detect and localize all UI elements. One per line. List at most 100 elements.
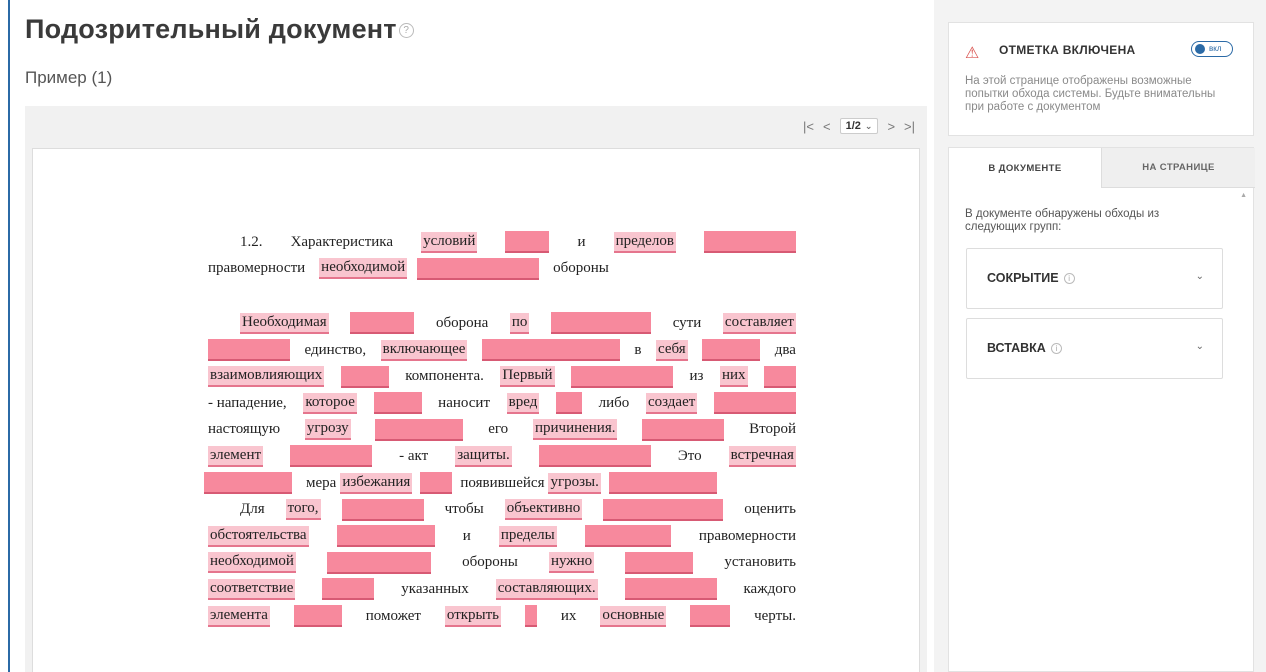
text-word: два: [774, 341, 796, 358]
highlighted-word: включающее: [380, 339, 468, 361]
highlighted-word: по: [509, 312, 530, 334]
highlighted-word: Необходимая: [240, 312, 329, 334]
hidden-insert-block: [340, 365, 389, 388]
highlighted-word: них: [719, 366, 748, 388]
text-word: наносит: [438, 394, 490, 411]
text-word: указанных: [401, 580, 469, 597]
text-word: Для: [240, 501, 265, 518]
highlighted-word: избежания: [340, 472, 413, 494]
highlighted-word: составляющих.: [495, 578, 598, 600]
highlighted-word: пределов: [613, 231, 676, 253]
hidden-insert-block: [417, 257, 540, 280]
page-title: Подозрительный документ?: [25, 14, 414, 45]
info-icon[interactable]: i: [1050, 343, 1062, 354]
text-line: Для того, чтобы объективно оценить: [208, 496, 796, 523]
hidden-insert-block: [713, 392, 796, 415]
last-page-button[interactable]: >|: [904, 119, 915, 134]
hidden-insert-block: [327, 551, 432, 574]
hidden-insert-block: [538, 445, 651, 468]
text-word: из: [689, 368, 704, 385]
text-word: появившейся: [460, 474, 545, 491]
toggle-knob: [1195, 44, 1205, 54]
marking-toggle[interactable]: вкл: [1191, 41, 1233, 57]
text-word: единство,: [304, 341, 367, 358]
text-word: настоящую: [208, 421, 281, 438]
text-line: - нападение, которое наносит вред либо с…: [208, 390, 796, 417]
text-word: и: [462, 527, 471, 544]
hidden-insert-block: [322, 578, 375, 601]
highlighted-word: открыть: [444, 605, 502, 627]
text-word: поможет: [365, 607, 421, 624]
text-word: обороны: [553, 260, 609, 277]
highlighted-word: вред: [506, 392, 540, 414]
text-word: в: [634, 341, 642, 358]
hidden-insert-block: [481, 339, 620, 362]
scroll-up-icon[interactable]: ▲: [1240, 192, 1247, 199]
info-icon[interactable]: i: [1063, 273, 1075, 284]
highlighted-word: создает: [645, 392, 698, 414]
text-word: каждого: [743, 580, 796, 597]
text-word: Второй: [749, 421, 796, 438]
prev-page-button[interactable]: <: [823, 119, 831, 134]
text-line: единство, включающее в себя два: [208, 337, 796, 364]
hidden-insert-block: [293, 605, 342, 628]
text-word: 1.2.: [240, 233, 263, 250]
hidden-insert-block: [524, 605, 537, 628]
text-word: и: [577, 233, 586, 250]
hidden-insert-block: [642, 418, 725, 441]
hidden-insert-block: [290, 445, 373, 468]
highlighted-word: которое: [303, 392, 357, 414]
hidden-insert-block: [505, 231, 550, 254]
text-word: правомерности: [208, 260, 306, 277]
text-word: обороны: [462, 554, 518, 571]
highlighted-word: угрозы.: [548, 472, 601, 494]
page-select-value: 1/2: [845, 120, 861, 132]
highlighted-word: элемент: [208, 445, 264, 467]
tab-on-page[interactable]: НА СТРАНИЦЕ: [1101, 148, 1255, 188]
group-insertion[interactable]: ВСТАВКА i ⌄: [966, 318, 1223, 379]
highlighted-word: объективно: [504, 499, 583, 521]
text-word: их: [560, 607, 577, 624]
text-word: Это: [677, 447, 702, 464]
hidden-insert-block: [204, 472, 292, 495]
highlighted-word: причинения.: [532, 419, 618, 441]
hidden-insert-block: [584, 525, 671, 548]
highlighted-word: необходимой: [208, 552, 296, 574]
chevron-down-icon: ⌄: [1195, 341, 1204, 352]
hidden-insert-block: [608, 472, 717, 495]
alert-title: ОТМЕТКА ВКЛЮЧЕНА: [999, 43, 1136, 57]
text-word: - нападение,: [208, 394, 287, 411]
hidden-insert-block: [603, 498, 724, 521]
found-groups-text: В документе обнаружены обходы из следующ…: [965, 208, 1160, 233]
text-word: чтобы: [444, 501, 484, 518]
page-select[interactable]: 1/2 ⌄: [839, 118, 879, 134]
text-line: 1.2. Характеристика условий и пределов: [208, 229, 796, 256]
toggle-label: вкл: [1209, 44, 1222, 53]
document-subtitle: Пример (1): [25, 68, 113, 87]
text-line: элемента поможет открыть их основные чер…: [208, 603, 796, 630]
question-circle-icon[interactable]: ?: [398, 23, 414, 39]
text-word: сути: [672, 314, 702, 331]
highlighted-word: пределы: [498, 525, 557, 547]
group-label: СОКРЫТИЕ i: [987, 271, 1075, 285]
hidden-insert-block: [556, 392, 582, 415]
text-word: его: [488, 421, 509, 438]
highlighted-word: соответствие: [208, 578, 296, 600]
group-hiding[interactable]: СОКРЫТИЕ i ⌄: [966, 248, 1223, 309]
first-page-button[interactable]: |<: [803, 119, 814, 134]
text-line: соответствие указанных составляющих. каж…: [208, 576, 796, 603]
text-word: либо: [598, 394, 630, 411]
hidden-insert-block: [624, 578, 717, 601]
tab-in-document[interactable]: В ДОКУМЕНТЕ: [949, 148, 1101, 188]
highlighted-word: защиты.: [455, 445, 512, 467]
page-text: 1.2. Характеристика условий и пределов п…: [204, 229, 796, 630]
hidden-insert-block: [625, 551, 694, 574]
alert-description: На этой странице отображены возможные по…: [965, 75, 1216, 113]
hidden-insert-block: [208, 339, 290, 362]
chevron-down-icon: ⌄: [1195, 271, 1204, 282]
next-page-button[interactable]: >: [887, 119, 895, 134]
highlighted-word: встречная: [728, 445, 796, 467]
chevron-down-icon: ⌄: [864, 120, 873, 131]
text-line: настоящую угрозу его причинения. Второй: [208, 417, 796, 444]
highlighted-word: условий: [421, 231, 478, 253]
